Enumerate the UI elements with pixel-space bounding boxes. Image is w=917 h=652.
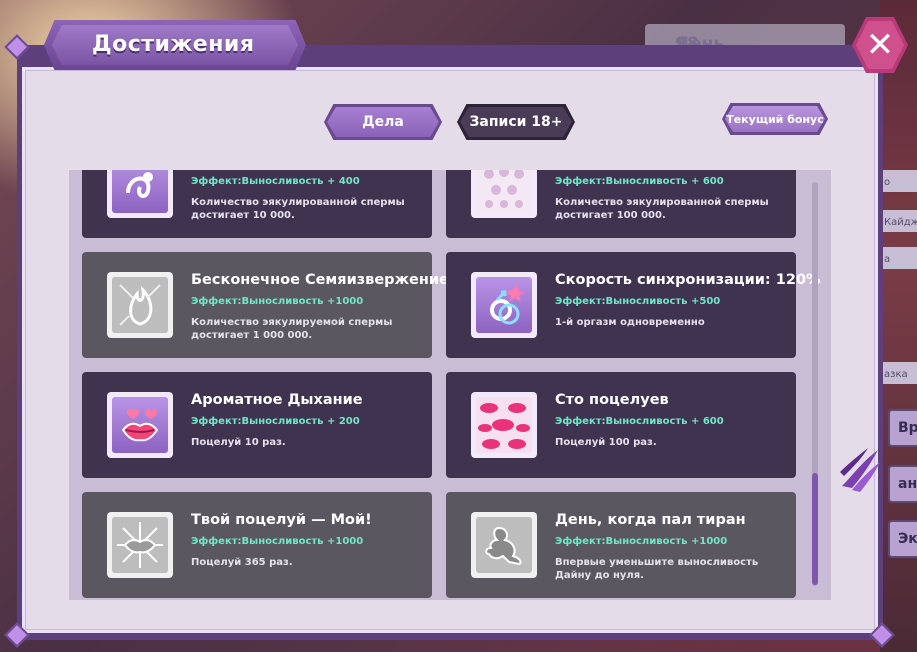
achievement-list[interactable]: Эффект:Выносливость + 400 Количество эяк…	[69, 170, 831, 600]
achievement-effect: Эффект:Выносливость + 600	[555, 176, 724, 187]
achievement-card: Твой поцелуй — Мой! Эффект:Выносливость …	[82, 492, 432, 598]
bg-side-button[interactable]: Эк	[888, 520, 917, 558]
achievement-title: Сто поцелуев	[555, 392, 669, 408]
achievement-desc: Поцелуй 10 раз.	[191, 437, 286, 448]
achievement-desc: Количество эякулированной спермы достига…	[191, 197, 405, 221]
scrollbar-thumb[interactable]	[812, 473, 818, 585]
achievement-effect: Эффект:Выносливость +1000	[191, 536, 364, 547]
tab-deeds[interactable]: Дела	[324, 104, 442, 140]
achievement-icon	[471, 170, 537, 218]
close-icon: ✕	[865, 25, 895, 65]
claw-scratch-icon	[840, 448, 880, 492]
achievement-desc: Количество эякулированной спермы достига…	[555, 197, 769, 221]
bg-side-button[interactable]: Вр	[888, 409, 917, 447]
droplets-icon	[484, 170, 524, 208]
achievement-title: Ароматное Дыхание	[191, 392, 363, 408]
achievement-desc: Количество эякулируемой спермы достигает…	[191, 317, 393, 341]
achievement-card: Эффект:Выносливость + 400 Количество эяк…	[82, 170, 432, 238]
achievement-effect: Эффект:Выносливость +1000	[191, 296, 364, 307]
achievement-title: Твой поцелуй — Мой!	[191, 512, 372, 528]
bg-side-label: азка	[880, 362, 917, 384]
achievement-icon	[471, 392, 537, 458]
achievement-effect: Эффект:Выносливость +500	[555, 296, 721, 307]
achievement-desc: 1-й оргазм одновременно	[555, 317, 705, 328]
tab-records-18[interactable]: Записи 18+	[457, 104, 575, 140]
burst-icon	[119, 284, 161, 326]
achievement-title: День, когда пал тиран	[555, 512, 746, 528]
achievement-icon	[107, 170, 173, 218]
achievement-effect: Эффект:Выносливость + 400	[191, 176, 360, 187]
achievement-card: Ароматное Дыхание Эффект:Выносливость + …	[82, 372, 432, 478]
sperm-swirl-icon	[126, 172, 153, 198]
achievement-icon	[471, 512, 537, 578]
gender-sync-icon	[490, 284, 525, 325]
fallen-figure-icon	[485, 526, 522, 566]
lips-rays-icon	[117, 522, 163, 568]
achievement-title: Скорость синхронизации: 120%	[555, 272, 821, 288]
achievement-icon	[107, 392, 173, 458]
achievement-title: Бесконечное Семяизвержение	[191, 272, 449, 288]
lips-hearts-icon	[121, 409, 159, 442]
bg-side-label: о	[880, 170, 917, 192]
achievement-desc: Поцелуй 100 раз.	[555, 437, 657, 448]
achievement-card: Эффект:Выносливость + 600 Количество эяк…	[446, 170, 796, 238]
achievement-card: Бесконечное Семяизвержение Эффект:Выносл…	[82, 252, 449, 358]
bg-side-button[interactable]: анн	[888, 465, 917, 503]
dialog-title: Достижения	[92, 32, 255, 57]
achievement-effect: Эффект:Выносливость +1000	[555, 536, 728, 547]
current-bonus-button[interactable]: Текущий бонус	[722, 103, 828, 135]
many-lips-icon	[478, 403, 530, 449]
achievement-icon	[107, 512, 173, 578]
achievement-desc: Поцелуй 365 раз.	[191, 557, 293, 568]
achievement-card: Скорость синхронизации: 120% Эффект:Выно…	[446, 252, 821, 358]
achievement-desc: Впервые уменьшите выносливость Дайну до …	[555, 557, 759, 581]
achievement-effect: Эффект:Выносливость + 600	[555, 416, 724, 427]
achievement-effect: Эффект:Выносливость + 200	[191, 416, 360, 427]
achievement-card: Сто поцелуев Эффект:Выносливость + 600 П…	[446, 372, 796, 478]
achievement-icon	[471, 272, 537, 338]
bg-side-label: Кайдж	[880, 210, 917, 232]
achievement-card: День, когда пал тиран Эффект:Выносливост…	[446, 492, 796, 598]
achievement-icon	[107, 272, 173, 338]
bg-side-label: а	[880, 247, 917, 269]
